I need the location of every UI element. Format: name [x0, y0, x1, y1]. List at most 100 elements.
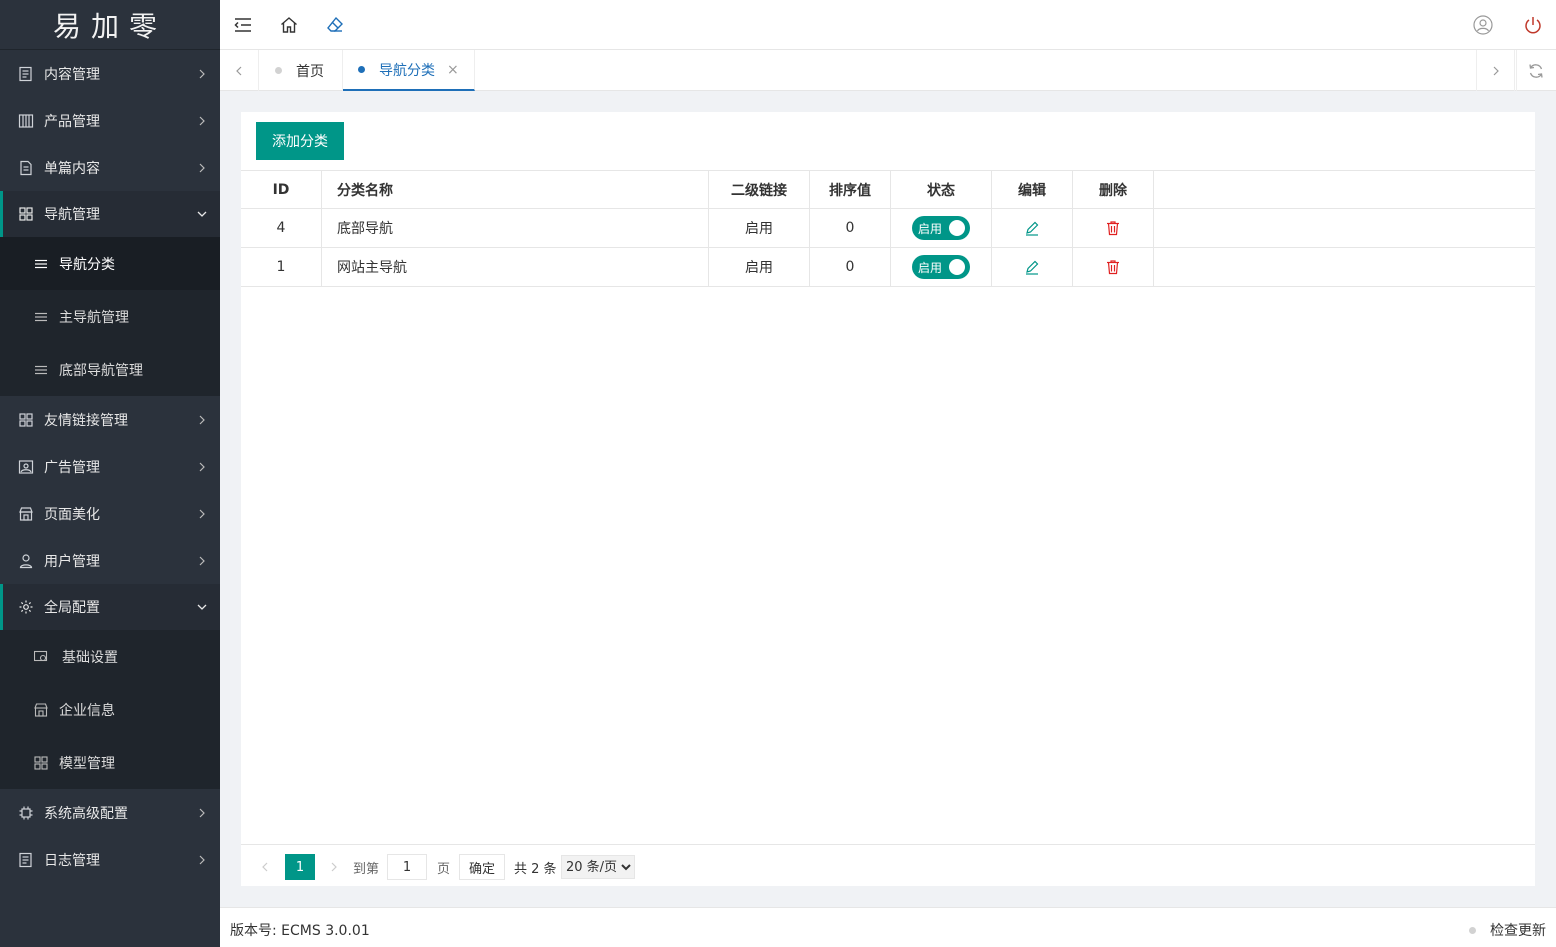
sidebar-item-content[interactable]: 内容管理	[0, 50, 220, 97]
tab-scroll-left-button[interactable]	[220, 50, 259, 91]
chevron-right-icon	[331, 862, 337, 872]
cell-name: 底部导航	[322, 209, 709, 247]
sidebar-item-single-page[interactable]: 单篇内容	[0, 144, 220, 191]
chevron-right-icon	[199, 415, 205, 424]
chip-icon	[19, 806, 33, 819]
sidebar-item-page-style[interactable]: 页面美化	[0, 490, 220, 537]
sidebar-item-global-config[interactable]: 全局配置	[0, 584, 220, 630]
clear-cache-eraser-icon[interactable]	[325, 15, 345, 35]
add-category-button[interactable]: 添加分类	[256, 122, 344, 160]
goto-page-input[interactable]	[387, 854, 427, 880]
footer: 版本号: ECMS 3.0.01 检查更新	[220, 907, 1556, 947]
cell-name: 网站主导航	[322, 248, 709, 286]
list-lines-icon	[35, 259, 47, 268]
header-sublink: 二级链接	[709, 171, 810, 209]
table-header-row: ID 分类名称 二级链接 排序值 状态 编辑 删除	[241, 170, 1535, 209]
sidebar-item-nav-category[interactable]: 导航分类	[0, 237, 220, 290]
header-delete: 删除	[1073, 171, 1154, 209]
edit-pencil-icon[interactable]	[1024, 259, 1040, 275]
trash-icon[interactable]	[1105, 259, 1121, 275]
prev-page-button[interactable]	[259, 854, 271, 880]
chevron-left-icon	[262, 862, 268, 872]
check-update-label: 检查更新	[1490, 923, 1546, 939]
user-icon	[19, 553, 33, 568]
sidebar-item-label: 日志管理	[44, 852, 100, 869]
cell-sort: 0	[810, 248, 891, 286]
user-avatar-icon[interactable]	[1473, 15, 1493, 35]
pagination: 1 到第 页 确定 共 2 条 20 条/页	[241, 844, 1535, 886]
store-icon	[19, 506, 33, 521]
sidebar-item-company-info[interactable]: 企业信息	[0, 683, 220, 736]
table-row: 4 底部导航 启用 0 启用	[241, 209, 1535, 248]
page-size-select[interactable]: 20 条/页	[561, 855, 635, 879]
next-page-button[interactable]	[328, 854, 340, 880]
document-list-icon	[19, 852, 32, 867]
goto-label: 到第	[353, 861, 380, 877]
sidebar-item-navigation[interactable]: 导航管理	[0, 191, 220, 237]
sidebar-subitem-label: 模型管理	[59, 755, 115, 772]
edit-pencil-icon[interactable]	[1024, 220, 1040, 236]
collapse-menu-icon[interactable]	[233, 15, 253, 35]
sidebar-item-label: 系统高级配置	[44, 805, 128, 822]
sidebar-item-advanced-config[interactable]: 系统高级配置	[0, 789, 220, 836]
cell-id: 4	[241, 209, 322, 247]
sidebar-submenu-navigation: 导航分类 主导航管理 底部导航管理	[0, 237, 220, 396]
cell-status: 启用	[891, 248, 992, 286]
sidebar-item-ads[interactable]: 广告管理	[0, 443, 220, 490]
sidebar-item-label: 页面美化	[44, 506, 100, 523]
status-toggle[interactable]: 启用	[912, 255, 970, 279]
goto-confirm-button[interactable]: 确定	[459, 854, 505, 880]
status-toggle[interactable]: 启用	[912, 216, 970, 240]
sidebar-item-main-nav[interactable]: 主导航管理	[0, 290, 220, 343]
sidebar-item-users[interactable]: 用户管理	[0, 537, 220, 584]
apps-grid-icon	[19, 412, 33, 427]
sidebar-item-label: 全局配置	[44, 600, 100, 616]
close-icon[interactable]: ×	[447, 62, 459, 78]
chevron-right-icon	[199, 556, 205, 565]
page-icon	[20, 160, 32, 175]
header-status: 状态	[891, 171, 992, 209]
header-id: ID	[241, 171, 322, 209]
version-text: 版本号: ECMS 3.0.01	[230, 923, 370, 939]
trash-icon[interactable]	[1105, 220, 1121, 236]
header-name: 分类名称	[322, 171, 709, 209]
tab-home[interactable]: 首页	[260, 50, 343, 91]
tab-label: 首页	[296, 63, 324, 80]
sidebar-item-logs[interactable]: 日志管理	[0, 836, 220, 883]
apps-grid-icon	[19, 207, 33, 221]
apps-grid-icon	[34, 755, 48, 770]
cell-sublink: 启用	[709, 248, 810, 286]
tab-bar: 首页 导航分类 ×	[220, 50, 1556, 91]
sidebar-item-label: 用户管理	[44, 553, 100, 570]
logo: 易加零	[0, 0, 220, 50]
sidebar-submenu-global-config: 基础设置 企业信息 模型管理	[0, 630, 220, 789]
status-toggle-label: 启用	[918, 260, 943, 275]
power-logout-icon[interactable]	[1523, 15, 1543, 35]
sidebar-subitem-label: 基础设置	[62, 649, 118, 666]
header-edit: 编辑	[992, 171, 1073, 209]
chevron-right-icon	[1493, 66, 1499, 75]
refresh-button[interactable]	[1516, 50, 1555, 91]
chevron-left-icon	[236, 66, 242, 75]
tab-nav-category[interactable]: 导航分类 ×	[343, 50, 475, 91]
home-icon[interactable]	[279, 15, 299, 35]
sidebar-item-model-manage[interactable]: 模型管理	[0, 736, 220, 789]
list-lines-icon	[35, 365, 47, 374]
gear-icon	[19, 600, 33, 614]
update-dot	[1469, 926, 1476, 934]
sidebar-item-footer-nav[interactable]: 底部导航管理	[0, 343, 220, 396]
check-update-link[interactable]: 检查更新	[1469, 920, 1546, 940]
sidebar-item-label: 内容管理	[44, 66, 100, 83]
sidebar-item-product[interactable]: 产品管理	[0, 97, 220, 144]
cell-edit	[992, 248, 1073, 286]
tab-scroll-right-button[interactable]	[1476, 50, 1515, 91]
sidebar-item-friend-links[interactable]: 友情链接管理	[0, 396, 220, 443]
sidebar-subitem-label: 底部导航管理	[59, 362, 143, 379]
top-bar	[220, 0, 1556, 50]
cell-sublink: 启用	[709, 209, 810, 247]
page-number-current[interactable]: 1	[285, 854, 315, 880]
toggle-knob	[949, 220, 965, 236]
sidebar-subitem-label: 主导航管理	[59, 309, 129, 326]
chevron-right-icon	[199, 163, 205, 172]
sidebar-item-basic-settings[interactable]: 基础设置	[0, 630, 220, 683]
